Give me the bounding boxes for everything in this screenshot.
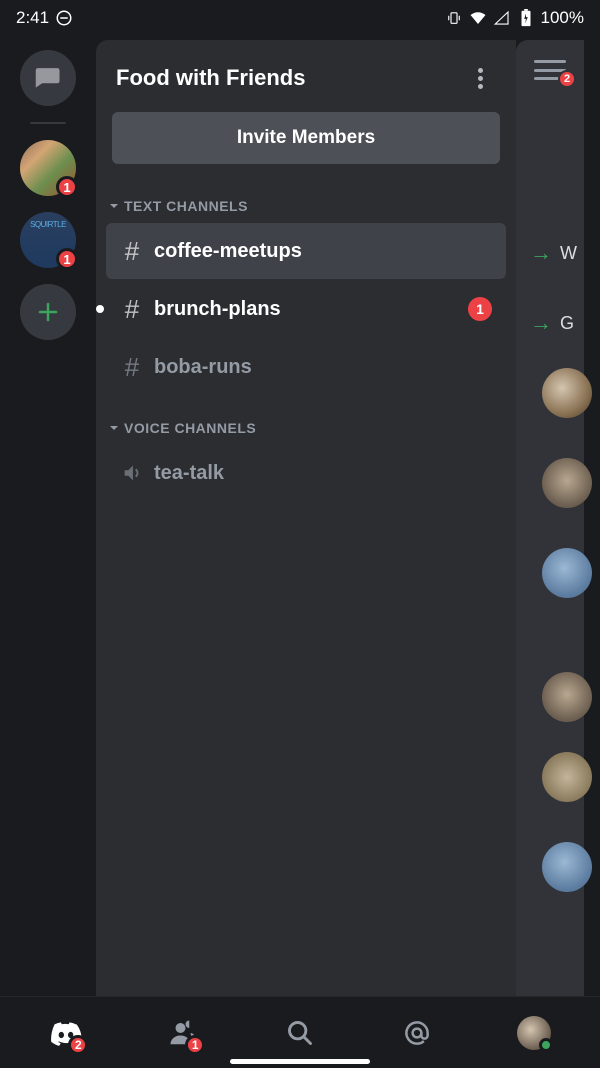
signal-icon: [493, 9, 511, 27]
speaker-icon: [120, 461, 144, 485]
voice-channels-header[interactable]: VOICE CHANNELS: [96, 410, 516, 444]
nav-friends-button[interactable]: 1: [155, 1005, 211, 1061]
hash-icon: #: [120, 236, 144, 267]
rail-divider: [30, 122, 66, 124]
do-not-disturb-icon: [55, 9, 73, 27]
server-icon[interactable]: 1: [20, 140, 76, 196]
bottom-navigation: 2 1: [0, 996, 600, 1068]
voice-channel-tea-talk[interactable]: tea-talk: [106, 445, 506, 501]
status-online-indicator: [539, 1038, 553, 1052]
hash-icon: #: [120, 352, 144, 383]
server-icon[interactable]: 1: [20, 212, 76, 268]
channel-brunch-plans[interactable]: # brunch-plans 1: [106, 281, 506, 337]
chevron-down-icon: [108, 200, 120, 212]
avatar[interactable]: [542, 672, 592, 722]
server-badge: 1: [56, 248, 78, 270]
invite-members-button[interactable]: Invite Members: [112, 112, 500, 164]
channel-name: brunch-plans: [154, 298, 458, 321]
peek-row: → G: [516, 298, 584, 348]
channel-name: tea-talk: [154, 462, 492, 485]
battery-icon: [517, 9, 535, 27]
server-rail: 1 1: [0, 36, 96, 996]
vibrate-icon: [445, 9, 463, 27]
members-badge: 2: [558, 70, 576, 88]
channel-panel: Food with Friends Invite Members TEXT CH…: [96, 40, 516, 996]
status-time: 2:41: [16, 8, 49, 28]
unread-indicator: [96, 305, 104, 313]
avatar[interactable]: [542, 458, 592, 508]
direct-messages-button[interactable]: [20, 50, 76, 106]
chat-peek-panel[interactable]: 2 → W → G: [516, 40, 584, 996]
avatar[interactable]: [542, 368, 592, 418]
add-server-button[interactable]: [20, 284, 76, 340]
battery-percent: 100%: [541, 8, 584, 28]
channel-coffee-meetups[interactable]: # coffee-meetups: [106, 223, 506, 279]
avatar[interactable]: [542, 842, 592, 892]
server-header[interactable]: Food with Friends: [96, 40, 516, 112]
text-channels-header[interactable]: TEXT CHANNELS: [96, 188, 516, 222]
channel-name: boba-runs: [154, 356, 492, 379]
avatar: [517, 1016, 551, 1050]
status-bar: 2:41 100%: [0, 0, 600, 36]
arrow-right-icon: →: [530, 240, 552, 266]
arrow-right-icon: →: [530, 310, 552, 336]
server-menu-button[interactable]: [464, 62, 496, 94]
nav-search-button[interactable]: [272, 1005, 328, 1061]
nav-profile-button[interactable]: [506, 1005, 562, 1061]
wifi-icon: [469, 9, 487, 27]
channel-name: coffee-meetups: [154, 240, 492, 263]
nav-badge: 2: [68, 1035, 88, 1055]
channel-boba-runs[interactable]: # boba-runs: [106, 339, 506, 395]
home-indicator: [230, 1059, 370, 1064]
server-badge: 1: [56, 176, 78, 198]
avatar[interactable]: [542, 752, 592, 802]
server-title: Food with Friends: [116, 65, 305, 91]
avatar[interactable]: [542, 548, 592, 598]
members-toggle-button[interactable]: 2: [534, 60, 566, 80]
nav-mentions-button[interactable]: [389, 1005, 445, 1061]
nav-badge: 1: [185, 1035, 205, 1055]
peek-row: → W: [516, 228, 584, 278]
chevron-down-icon: [108, 422, 120, 434]
hash-icon: #: [120, 294, 144, 325]
mention-badge: 1: [468, 297, 492, 321]
nav-discord-button[interactable]: 2: [38, 1005, 94, 1061]
